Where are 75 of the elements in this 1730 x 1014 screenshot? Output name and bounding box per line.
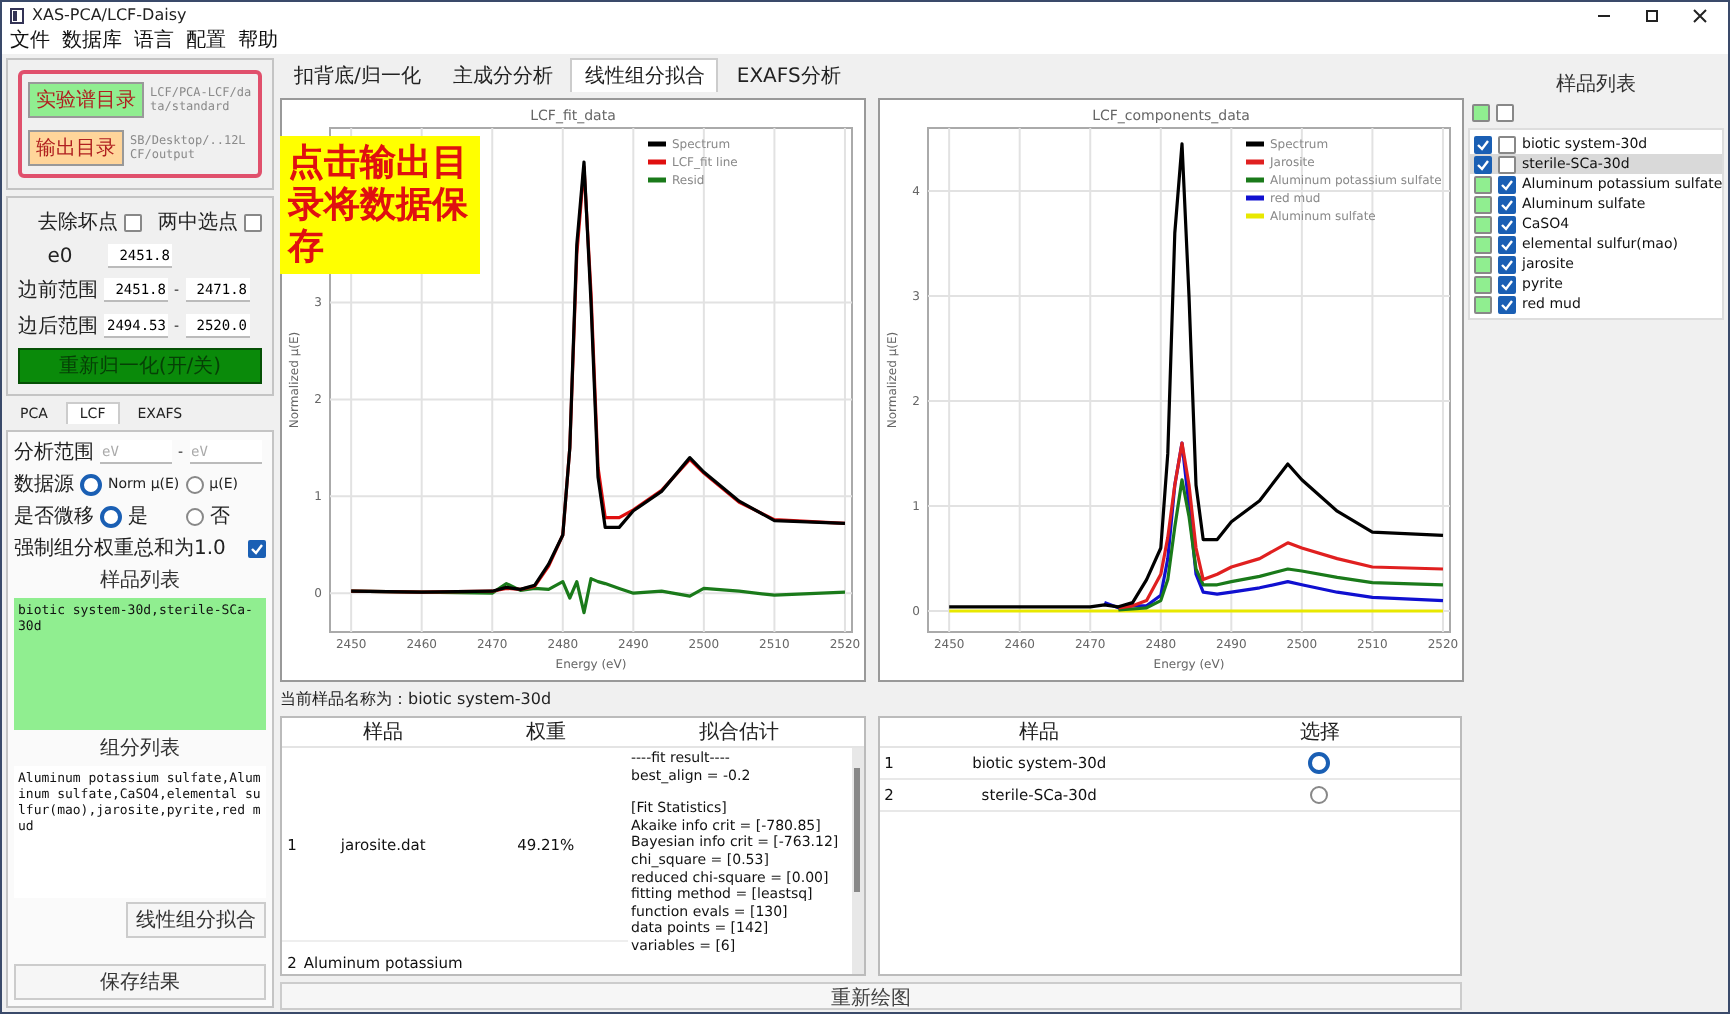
field-label: e0 [45, 245, 75, 267]
checkbox[interactable] [1474, 175, 1492, 193]
radio-label: 否 [210, 504, 230, 530]
legend-swatch [648, 177, 666, 183]
tab[interactable]: 扣背底/归一化 [280, 58, 435, 92]
menu-item[interactable]: 语言 [134, 29, 174, 53]
directory-button[interactable]: 输出目录 [28, 130, 124, 166]
checkbox[interactable] [1498, 195, 1516, 213]
legend-swatch [1246, 195, 1264, 201]
fit-button[interactable]: 线性组分拟合 [126, 902, 266, 938]
current-sample-label: 当前样品名称为：biotic system-30d [280, 688, 554, 710]
checkbox[interactable] [1474, 135, 1492, 153]
checkbox[interactable] [1474, 195, 1492, 213]
radio-button[interactable] [100, 505, 122, 527]
checkbox[interactable] [1498, 155, 1516, 173]
section-title: 组分列表 [98, 735, 182, 762]
column-header: 拟合估计 [697, 719, 781, 746]
callout-note: 点击输出目录将数据保存 [280, 136, 480, 274]
checkbox[interactable] [1498, 215, 1516, 233]
panel-title: 样品列表 [1554, 71, 1638, 98]
field-label: 边后范围 [18, 313, 98, 340]
menu-item[interactable]: 配置 [186, 29, 226, 53]
column-header: 样品 [1017, 719, 1062, 746]
checkbox[interactable] [1498, 235, 1516, 253]
directory-button[interactable]: 实验谱目录 [28, 82, 144, 118]
window-title: XAS-PCA/LCF-Daisy [32, 6, 189, 24]
checkbox[interactable] [124, 213, 142, 231]
radio-button[interactable] [186, 507, 204, 525]
column-header: 权重 [523, 719, 568, 746]
checkbox[interactable] [1474, 255, 1492, 273]
menu-item[interactable]: 文件 [10, 29, 50, 53]
scrollbar[interactable] [851, 748, 863, 974]
menu-item[interactable]: 数据库 [62, 29, 122, 53]
checkbox[interactable] [1498, 135, 1516, 153]
legend-swatch [1246, 159, 1264, 165]
checkbox-label: 两中选点 [158, 209, 238, 236]
legend-swatch [648, 141, 666, 147]
radio-button[interactable] [1310, 786, 1329, 804]
field-label: 是否微移 [14, 504, 94, 530]
redraw-button[interactable]: 重新绘图 [280, 982, 1462, 1010]
checkbox[interactable] [1496, 104, 1514, 122]
column-header: 样品 [361, 719, 406, 746]
column-header: 选择 [1297, 719, 1342, 746]
radio-button[interactable] [80, 473, 102, 495]
app-icon [10, 7, 24, 23]
checkbox[interactable] [1472, 104, 1490, 122]
checkbox-label: 强制组分权重总和为1.0 [14, 535, 226, 562]
tab[interactable]: 主成分分析 [438, 58, 567, 92]
tab[interactable]: 线性组分拟合 [570, 58, 719, 92]
checkbox[interactable] [1498, 295, 1516, 313]
checkbox[interactable] [1474, 155, 1492, 173]
field-label: 分析范围 [14, 439, 94, 466]
legend-swatch [648, 159, 666, 165]
checkbox[interactable] [244, 213, 262, 231]
radio-button[interactable] [1308, 752, 1331, 774]
save-button[interactable]: 保存结果 [14, 964, 266, 1000]
checkbox[interactable] [1498, 275, 1516, 293]
checkbox-label: 去除坏点 [38, 209, 118, 236]
legend-swatch [1246, 213, 1264, 219]
checkbox[interactable] [1498, 255, 1516, 273]
legend-swatch [1246, 141, 1264, 147]
checkbox[interactable] [1474, 235, 1492, 253]
tab[interactable]: EXAFS分析 [722, 58, 855, 92]
radio-label: 是 [128, 504, 148, 530]
checkbox[interactable] [1474, 295, 1492, 313]
radio-button[interactable] [185, 475, 204, 493]
legend-swatch [1246, 177, 1264, 183]
section-title: 样品列表 [98, 567, 182, 594]
checkbox[interactable] [1498, 175, 1516, 193]
menu-item[interactable]: 帮助 [238, 29, 278, 53]
checkbox[interactable] [248, 539, 266, 557]
checkbox[interactable] [1474, 275, 1492, 293]
field-label: 边前范围 [18, 277, 98, 304]
field-label: 数据源 [14, 472, 74, 498]
checkbox[interactable] [1474, 215, 1492, 233]
